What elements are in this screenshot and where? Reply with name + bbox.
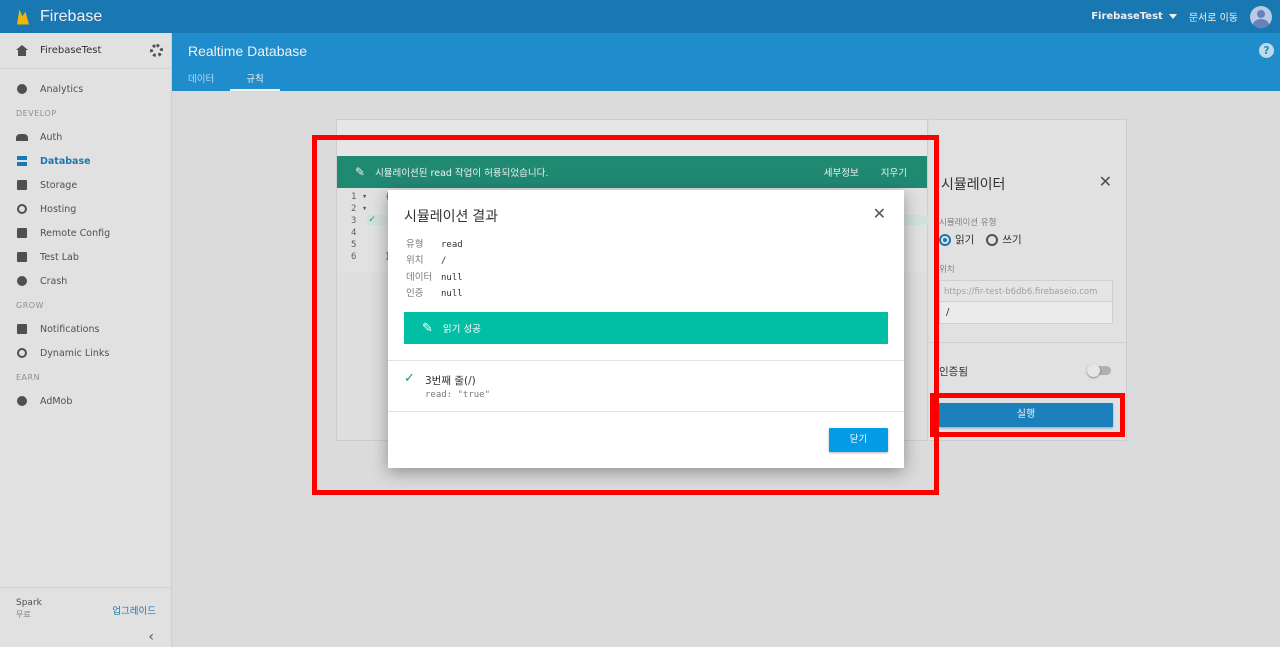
annotation-box-run xyxy=(930,393,1125,437)
annotation-box-dialog xyxy=(312,135,939,495)
